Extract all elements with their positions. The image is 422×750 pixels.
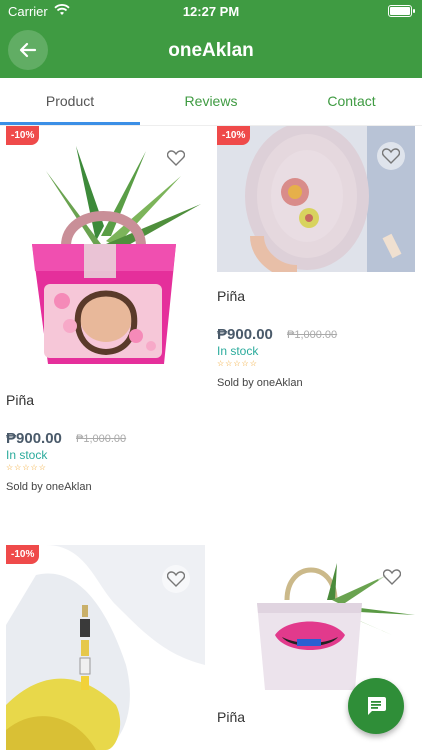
discount-badge: -10% xyxy=(6,126,40,145)
heart-icon xyxy=(382,148,400,164)
product-card[interactable]: -10% xyxy=(0,543,211,750)
chat-button[interactable] xyxy=(348,678,404,734)
favorite-button[interactable] xyxy=(377,142,405,170)
battery-icon xyxy=(388,5,415,17)
product-old-price: ₱1,000.00 xyxy=(287,329,338,341)
tab-reviews[interactable]: Reviews xyxy=(141,78,281,124)
product-price: ₱900.00 xyxy=(217,326,273,343)
tab-product[interactable]: Product xyxy=(0,78,140,124)
clock: 12:27 PM xyxy=(182,4,240,19)
product-image[interactable] xyxy=(217,555,415,695)
stock-status: In stock xyxy=(217,344,259,358)
status-bar: Carrier 12:27 PM xyxy=(0,0,422,22)
app-header: Carrier 12:27 PM oneAklan xyxy=(0,0,422,78)
product-name[interactable]: Piña xyxy=(6,392,34,408)
chat-message-icon xyxy=(368,697,386,715)
product-old-price: ₱1,000.00 xyxy=(76,433,127,445)
discount-badge: -10% xyxy=(217,126,251,145)
favorite-button[interactable] xyxy=(162,565,190,593)
discount-badge: -10% xyxy=(6,545,40,564)
favorite-button[interactable] xyxy=(378,563,406,591)
product-card[interactable]: -10% Piña ₱900.00 ₱1,000.00 In stock ☆☆☆… xyxy=(0,126,211,506)
product-name[interactable]: Piña xyxy=(217,709,245,725)
product-image[interactable]: -10% xyxy=(6,545,205,750)
rating-stars: ☆☆☆☆☆ xyxy=(217,359,258,368)
heart-icon xyxy=(383,569,401,585)
product-image[interactable]: -10% xyxy=(6,126,202,366)
heart-icon xyxy=(167,571,185,587)
favorite-button[interactable] xyxy=(162,144,190,172)
tab-indicator xyxy=(0,122,140,125)
product-price: ₱900.00 xyxy=(6,430,62,447)
product-card[interactable]: -10% Piña ₱900.00 ₱1,000.00 In stock ☆☆☆… xyxy=(211,126,422,396)
product-image[interactable]: -10% xyxy=(217,126,415,272)
product-name[interactable]: Piña xyxy=(217,288,245,304)
tab-bar: Product Reviews Contact xyxy=(0,78,422,126)
page-title: oneAklan xyxy=(168,40,254,61)
seller-label: Sold by oneAklan xyxy=(6,481,92,493)
stock-status: In stock xyxy=(6,448,48,462)
rating-stars: ☆☆☆☆☆ xyxy=(6,463,47,472)
tab-contact[interactable]: Contact xyxy=(281,78,422,124)
heart-icon xyxy=(167,150,185,166)
seller-label: Sold by oneAklan xyxy=(217,377,303,389)
